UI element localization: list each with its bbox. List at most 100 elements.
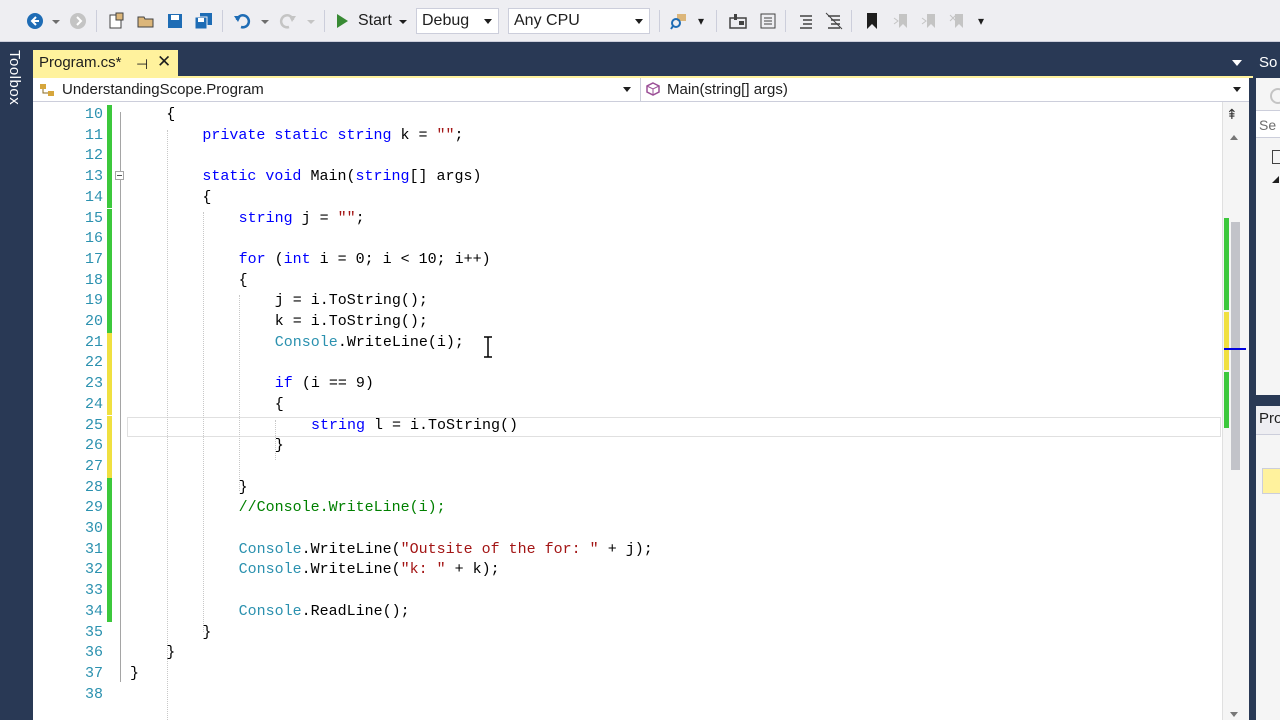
pin-icon[interactable]: ⊣ (136, 56, 148, 73)
line-number: 15 (84, 209, 103, 227)
line-number: 38 (84, 685, 103, 703)
code-line[interactable]: 23 if (i == 9) (33, 374, 1223, 395)
code-text: { (275, 395, 284, 416)
code-line[interactable]: 34 Console.ReadLine(); (33, 601, 1223, 623)
saved-change-marker (107, 581, 112, 602)
line-number: 34 (84, 602, 103, 620)
sync-icon[interactable] (1270, 88, 1280, 104)
line-number: 26 (84, 437, 103, 455)
line-number: 30 (84, 520, 103, 537)
scroll-up-icon[interactable] (1230, 135, 1238, 140)
code-line[interactable]: 29 //Console.WriteLine(i); (33, 498, 1223, 519)
navigate-back-icon[interactable] (24, 8, 46, 34)
next-bookmark-icon[interactable] (918, 8, 942, 34)
previous-bookmark-icon[interactable] (890, 8, 914, 34)
new-project-icon[interactable] (104, 8, 128, 34)
uncomment-lines-icon[interactable] (822, 8, 846, 34)
code-text: } (130, 664, 139, 685)
code-line[interactable]: 35} (33, 623, 1223, 644)
code-line[interactable]: 28} (33, 477, 1223, 499)
scroll-thumb[interactable] (1231, 222, 1240, 470)
start-dropdown-icon[interactable] (399, 20, 407, 24)
open-file-icon[interactable] (134, 8, 158, 34)
saved-change-marker (107, 146, 112, 168)
properties-title: Pro (1259, 410, 1280, 427)
scroll-down-icon[interactable] (1230, 712, 1238, 717)
code-line[interactable]: 37} (33, 664, 1223, 685)
code-line[interactable]: 36} (33, 643, 1223, 664)
start-play-icon (337, 14, 348, 28)
clear-bookmarks-icon[interactable] (946, 8, 970, 34)
toolbox-tab[interactable]: Toolbox (6, 50, 23, 105)
code-line[interactable]: 27 (33, 456, 1223, 478)
comment-lines-icon[interactable] (794, 8, 818, 34)
redo-icon[interactable] (276, 8, 300, 34)
code-line[interactable]: 18 { (33, 270, 1223, 292)
line-number: 13 (84, 168, 103, 186)
type-scope-dropdown[interactable]: UnderstandingScope.Program (33, 78, 639, 101)
start-label: Start (358, 12, 392, 29)
code-line[interactable]: 25 string l = i.ToString() (33, 415, 1223, 437)
bookmark-icon[interactable] (860, 8, 884, 34)
code-line[interactable]: 16 (33, 229, 1223, 250)
code-line[interactable]: 30 (33, 519, 1223, 540)
code-line[interactable]: 38 (33, 685, 1223, 706)
code-text: string j = ""; (239, 209, 365, 230)
chevron-down-icon (635, 19, 643, 24)
solution-explorer-panel[interactable] (1256, 50, 1280, 395)
code-line[interactable]: 12 (33, 146, 1223, 168)
configuration-select[interactable]: Debug (416, 8, 499, 34)
document-tab-well (33, 42, 1253, 76)
line-number: 14 (84, 188, 103, 206)
code-line[interactable]: 21 Console.WriteLine(i); (33, 332, 1223, 354)
code-editor[interactable]: 10 {11 private static string k = ""; 12 13 st… (33, 102, 1249, 720)
unsaved-change-marker (107, 456, 112, 478)
code-line[interactable]: 19 j = i.ToString(); (33, 291, 1223, 312)
toolbar-overflow-icon[interactable]: ▾ (694, 8, 708, 34)
toolbar-overflow-icon[interactable]: ▾ (974, 8, 988, 34)
line-number: 35 (84, 623, 103, 641)
code-line[interactable]: 24 { (33, 394, 1223, 416)
navigate-forward-icon[interactable] (67, 8, 89, 34)
code-line[interactable]: 14 { (33, 187, 1223, 209)
code-line[interactable]: 13 static void Main(string[] args) (33, 167, 1223, 188)
solution-config-icon[interactable] (726, 8, 750, 34)
unsaved-change-marker (107, 436, 112, 457)
find-in-files-icon[interactable] (667, 8, 691, 34)
code-line[interactable]: 31 Console.WriteLine("Outsite of the for:… (33, 539, 1223, 561)
code-token: k = i.ToString(); (274, 313, 428, 330)
split-window-icon[interactable]: ⇞ (1226, 106, 1238, 123)
code-line[interactable]: 17 for (int i = 0; i < 10; i++) (33, 249, 1223, 271)
save-icon[interactable] (163, 8, 187, 34)
code-line[interactable]: 10 { (33, 105, 1223, 126)
tab-program-cs[interactable]: Program.cs* ⊣ ✕ (33, 50, 178, 76)
save-all-icon[interactable] (192, 8, 216, 34)
line-number: 20 (84, 313, 103, 330)
tab-overflow-dropdown-icon[interactable] (1232, 60, 1242, 66)
properties-panel[interactable] (1256, 406, 1280, 720)
saved-change-marker (107, 519, 112, 540)
code-line[interactable]: 22 (33, 353, 1223, 375)
type-scope-value: UnderstandingScope.Program (62, 81, 264, 98)
undo-icon[interactable] (230, 8, 254, 34)
code-line[interactable]: 20 k = i.ToString(); (33, 312, 1223, 333)
properties-window-icon[interactable] (756, 8, 780, 34)
platform-select[interactable]: Any CPU (508, 8, 650, 34)
member-scope-dropdown[interactable]: Main(string[] args) (641, 78, 1249, 101)
code-line[interactable]: 15 string j = ""; (33, 208, 1223, 230)
undo-dropdown-icon[interactable] (261, 20, 269, 24)
code-line[interactable]: 11 private static string k = ""; (33, 125, 1223, 147)
expand-arrow-icon[interactable] (1272, 176, 1279, 183)
code-text: } (275, 436, 284, 457)
code-token: void (265, 168, 302, 186)
close-icon[interactable]: ✕ (157, 52, 171, 72)
categorized-view-icon[interactable] (1262, 468, 1280, 494)
code-token: j = i.ToString(); (274, 292, 428, 310)
code-line[interactable]: 32 Console.WriteLine("k: " + k); (33, 560, 1223, 582)
line-number: 28 (84, 478, 103, 496)
redo-dropdown-icon[interactable] (307, 20, 315, 24)
code-line[interactable]: 33 (33, 581, 1223, 602)
back-history-dropdown-icon[interactable] (52, 20, 60, 24)
code-text: { (166, 105, 175, 126)
code-line[interactable]: 26} (33, 436, 1223, 457)
